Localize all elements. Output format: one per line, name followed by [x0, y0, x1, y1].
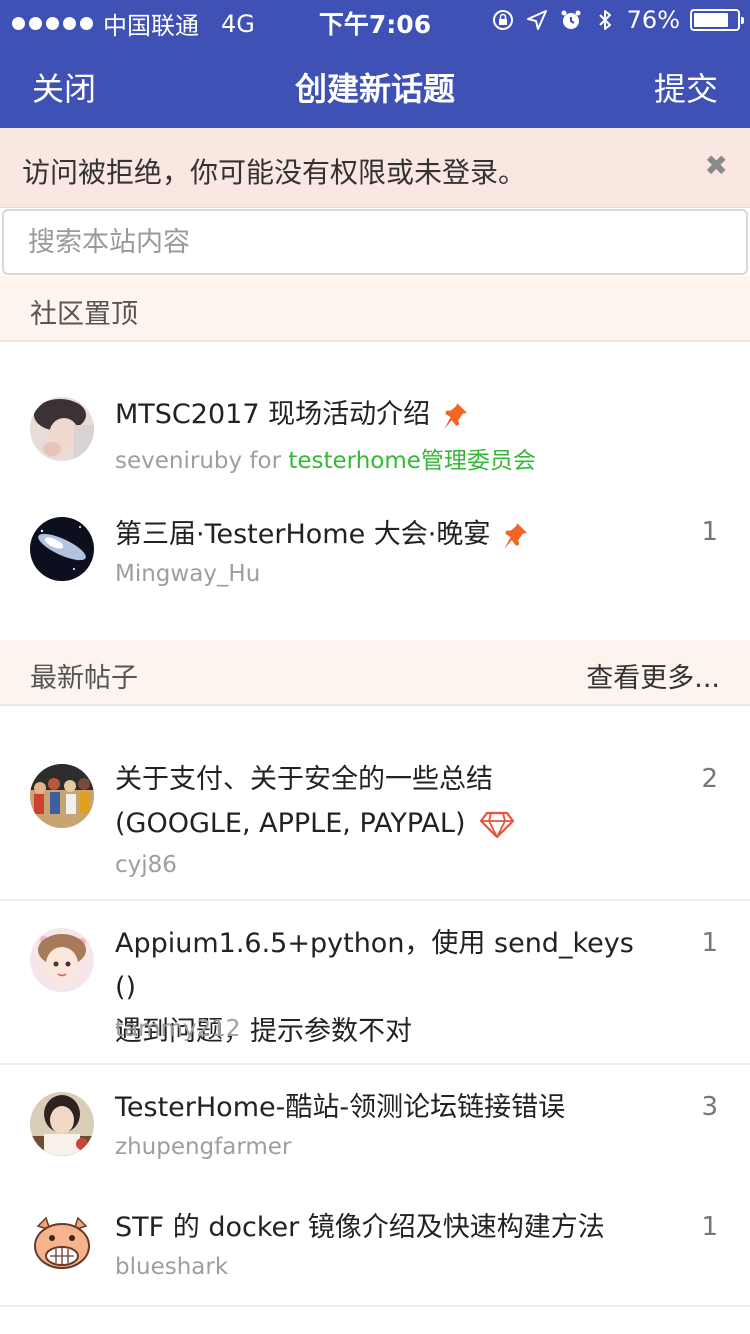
excellent-gem-icon: [480, 811, 515, 838]
pin-icon: [504, 522, 528, 549]
topic-title[interactable]: 第三届·TesterHome 大会·晚宴: [115, 513, 660, 557]
author-name[interactable]: zhupengfarmer: [115, 1134, 291, 1160]
list-item[interactable]: Appium1.6.5+python，使用 send_keys () 遇到问题，…: [0, 906, 750, 1065]
search-input[interactable]: [2, 209, 748, 275]
location-arrow-icon: [526, 10, 547, 30]
list-item[interactable]: STF 的 docker 镜像介绍及快速构建方法 blueshark 1: [0, 1190, 750, 1307]
author-name[interactable]: cyj86: [115, 852, 177, 878]
list-item[interactable]: MTSC2017 现场活动介绍 seveniruby for testerhom…: [0, 375, 750, 485]
pin-icon: [444, 402, 467, 429]
topic-title[interactable]: TesterHome-酷站-领测论坛链接错误: [115, 1086, 660, 1130]
reply-count: 3: [701, 1092, 718, 1122]
avatar[interactable]: [30, 397, 94, 461]
reply-count: 1: [701, 1212, 718, 1242]
author-name[interactable]: seveniruby: [115, 448, 242, 474]
alarm-clock-icon: [561, 10, 581, 29]
avatar[interactable]: [30, 928, 94, 992]
author-name[interactable]: Mingway_Hu: [115, 561, 260, 587]
close-icon[interactable]: ✖: [705, 149, 728, 182]
latest-section-header: 最新帖子 查看更多...: [0, 640, 750, 706]
list-item[interactable]: TesterHome-酷站-领测论坛链接错误 zhupengfarmer 3: [0, 1070, 750, 1185]
avatar[interactable]: [30, 517, 94, 581]
list-item[interactable]: 关于支付、关于安全的一些总结 (GOOGLE, APPLE, PAYPAL) c…: [0, 742, 750, 901]
latest-section-label: 最新帖子: [30, 663, 138, 694]
battery-icon: [690, 9, 744, 31]
status-right: 76%: [491, 6, 744, 34]
author-name[interactable]: tammy212: [115, 1016, 240, 1042]
page-title: 创建新话题: [294, 70, 455, 108]
top-bar: 中国联通 4G 下午7:06 76% 关闭 创建新话题 提交: [0, 0, 750, 128]
reply-count: 1: [701, 928, 718, 958]
topic-title[interactable]: 关于支付、关于安全的一些总结 (GOOGLE, APPLE, PAYPAL): [115, 758, 660, 846]
rotation-lock-icon: [492, 10, 513, 30]
reply-count: 1: [701, 517, 718, 547]
pinned-section-label: 社区置顶: [30, 299, 138, 330]
avatar[interactable]: [30, 1212, 94, 1276]
battery-percent: 76%: [626, 6, 680, 34]
team-link[interactable]: testerhome管理委员会: [288, 448, 536, 474]
close-button[interactable]: 关闭: [32, 64, 96, 110]
error-alert: 访问被拒绝，你可能没有权限或未登录。 ✖: [0, 128, 750, 208]
meta-joiner: for: [249, 448, 282, 474]
bluetooth-icon: [598, 10, 611, 30]
reply-count: 2: [701, 764, 718, 794]
topic-meta: seveniruby for testerhome管理委员会: [115, 441, 536, 475]
topic-title[interactable]: MTSC2017 现场活动介绍: [115, 393, 660, 437]
avatar[interactable]: [30, 764, 94, 828]
author-name[interactable]: blueshark: [115, 1254, 228, 1280]
list-item[interactable]: 第三届·TesterHome 大会·晚宴 Mingway_Hu 1: [0, 495, 750, 595]
status-bar: 中国联通 4G 下午7:06 76%: [0, 0, 750, 40]
alert-message: 访问被拒绝，你可能没有权限或未登录。: [22, 156, 527, 189]
pinned-section-header: 社区置顶: [0, 276, 750, 342]
see-more-link[interactable]: 查看更多...: [586, 656, 720, 695]
topic-title[interactable]: STF 的 docker 镜像介绍及快速构建方法: [115, 1206, 660, 1250]
submit-button[interactable]: 提交: [654, 64, 718, 110]
avatar[interactable]: [30, 1092, 94, 1156]
